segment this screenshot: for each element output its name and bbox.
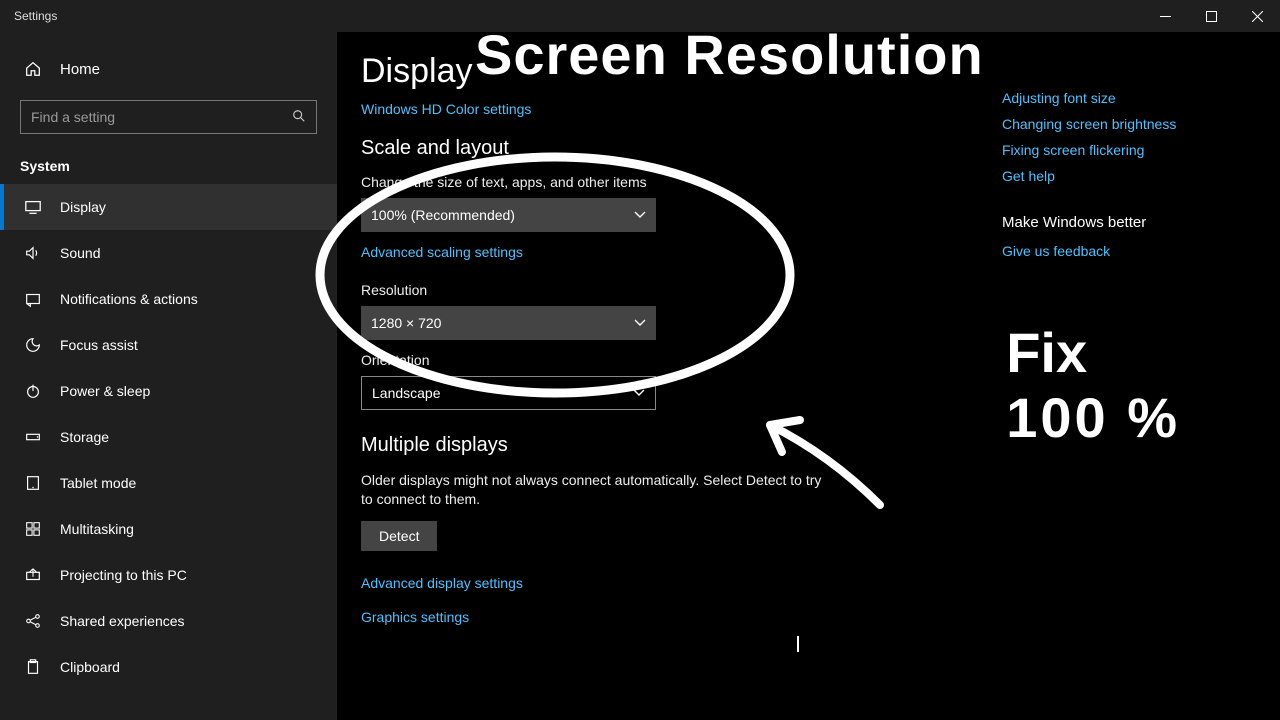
chevron-down-icon [634, 315, 646, 331]
scale-value: 100% (Recommended) [371, 207, 515, 223]
sidebar-item-label: Notifications & actions [60, 291, 198, 307]
resolution-label: Resolution [361, 282, 921, 298]
home-icon [24, 60, 42, 78]
sidebar-item-label: Clipboard [60, 659, 120, 675]
titlebar: Settings [0, 0, 1280, 32]
advanced-display-link[interactable]: Advanced display settings [361, 575, 523, 591]
sidebar-item-storage[interactable]: Storage [0, 414, 337, 460]
search-placeholder: Find a setting [31, 109, 292, 125]
multitasking-icon [24, 520, 42, 538]
scale-dropdown[interactable]: 100% (Recommended) [361, 198, 656, 232]
sidebar: Home Find a setting System Display Sound… [0, 32, 337, 720]
sidebar-group-label: System [0, 144, 337, 184]
display-icon [24, 198, 42, 216]
resolution-dropdown[interactable]: 1280 × 720 [361, 306, 656, 340]
clipboard-icon [24, 658, 42, 676]
chevron-down-icon [633, 385, 645, 401]
sidebar-item-projecting[interactable]: Projecting to this PC [0, 552, 337, 598]
multiple-displays-title: Multiple displays [361, 434, 921, 457]
search-input[interactable]: Find a setting [20, 100, 317, 134]
multiple-displays-desc: Older displays might not always connect … [361, 471, 831, 509]
help-link-brightness[interactable]: Changing screen brightness [1002, 116, 1262, 132]
sidebar-item-power[interactable]: Power & sleep [0, 368, 337, 414]
sidebar-item-clipboard[interactable]: Clipboard [0, 644, 337, 690]
sidebar-item-label: Projecting to this PC [60, 567, 187, 583]
sidebar-item-label: Storage [60, 429, 109, 445]
sidebar-home-label: Home [60, 61, 100, 78]
storage-icon [24, 428, 42, 446]
sidebar-item-label: Display [60, 199, 106, 215]
sidebar-item-notifications[interactable]: Notifications & actions [0, 276, 337, 322]
power-icon [24, 382, 42, 400]
sidebar-item-label: Focus assist [60, 337, 138, 353]
minimize-button[interactable] [1142, 0, 1188, 32]
sidebar-item-sound[interactable]: Sound [0, 230, 337, 276]
orientation-value: Landscape [372, 385, 441, 401]
graphics-settings-link[interactable]: Graphics settings [361, 609, 469, 625]
sidebar-item-focus-assist[interactable]: Focus assist [0, 322, 337, 368]
detect-button[interactable]: Detect [361, 521, 437, 551]
feedback-link[interactable]: Give us feedback [1002, 243, 1262, 259]
notifications-icon [24, 290, 42, 308]
sidebar-item-tablet[interactable]: Tablet mode [0, 460, 337, 506]
search-icon [292, 109, 306, 126]
resolution-value: 1280 × 720 [371, 315, 441, 331]
help-link-gethelp[interactable]: Get help [1002, 168, 1262, 184]
window-title: Settings [0, 9, 1142, 23]
sidebar-item-shared[interactable]: Shared experiences [0, 598, 337, 644]
projecting-icon [24, 566, 42, 584]
sidebar-item-multitasking[interactable]: Multitasking [0, 506, 337, 552]
sidebar-item-label: Tablet mode [60, 475, 136, 491]
focus-assist-icon [24, 336, 42, 354]
hd-color-link[interactable]: Windows HD Color settings [361, 101, 531, 117]
orientation-label: Orientation [361, 352, 921, 368]
sidebar-item-label: Sound [60, 245, 100, 261]
sidebar-item-label: Multitasking [60, 521, 134, 537]
main-content: Display Windows HD Color settings Scale … [337, 32, 1280, 720]
advanced-scaling-link[interactable]: Advanced scaling settings [361, 244, 523, 260]
right-column: Adjusting font size Changing screen brig… [1002, 32, 1262, 269]
shared-icon [24, 612, 42, 630]
orientation-dropdown[interactable]: Landscape [361, 376, 656, 410]
help-link-flickering[interactable]: Fixing screen flickering [1002, 142, 1262, 158]
close-button[interactable] [1234, 0, 1280, 32]
sidebar-item-label: Shared experiences [60, 613, 185, 629]
text-cursor [797, 636, 799, 652]
scale-section-title: Scale and layout [361, 137, 921, 160]
help-link-fontsize[interactable]: Adjusting font size [1002, 90, 1262, 106]
make-better-header: Make Windows better [1002, 214, 1262, 231]
page-title: Display [361, 52, 921, 91]
tablet-icon [24, 474, 42, 492]
sound-icon [24, 244, 42, 262]
scale-label: Change the size of text, apps, and other… [361, 174, 921, 190]
sidebar-item-label: Power & sleep [60, 383, 150, 399]
chevron-down-icon [634, 207, 646, 223]
sidebar-item-display[interactable]: Display [0, 184, 337, 230]
sidebar-home[interactable]: Home [0, 50, 337, 88]
maximize-button[interactable] [1188, 0, 1234, 32]
